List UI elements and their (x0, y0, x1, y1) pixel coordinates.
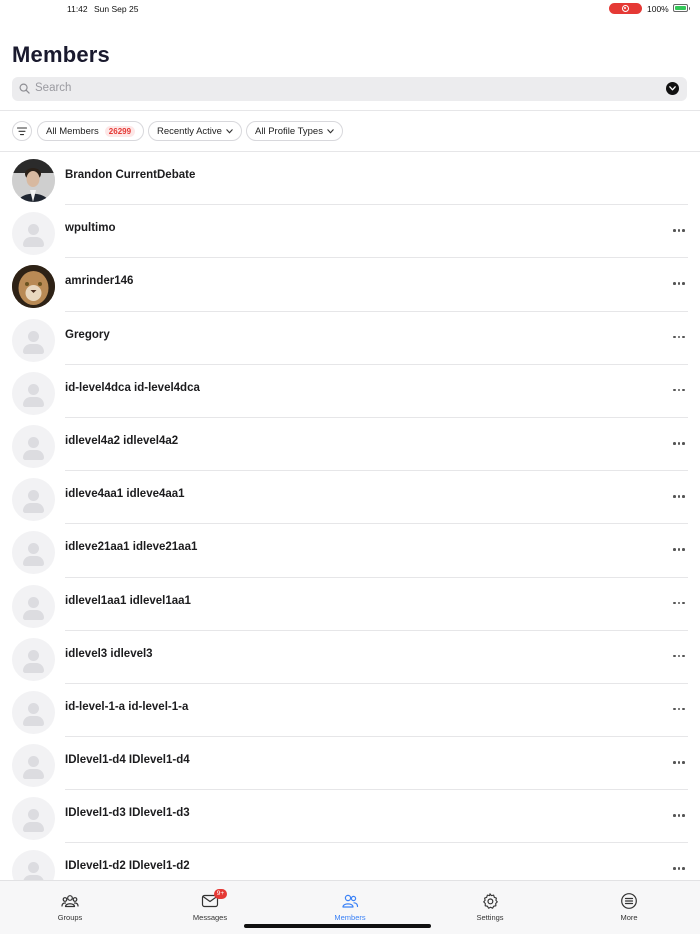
avatar[interactable] (12, 744, 55, 788)
member-row[interactable]: idleve21aa1 idleve21aa1 (0, 524, 700, 578)
more-options-icon[interactable] (672, 546, 686, 554)
member-row[interactable]: IDlevel1-d4 IDlevel1-d4 (0, 737, 700, 791)
member-name[interactable]: id-level4dca id-level4dca (65, 382, 200, 394)
member-list: Brandon CurrentDebate wpultimo amrinder146… (0, 152, 700, 897)
member-name[interactable]: IDlevel1-d4 IDlevel1-d4 (65, 754, 190, 766)
chevron-down-icon (226, 128, 233, 133)
more-options-icon[interactable] (672, 759, 686, 767)
status-date: Sun Sep 25 (94, 4, 139, 14)
screen-recording-icon[interactable] (609, 3, 642, 14)
member-row[interactable]: idlevel3 idlevel3 (0, 631, 700, 685)
filter-icon (17, 127, 27, 136)
more-options-icon[interactable] (672, 865, 686, 873)
member-row[interactable]: Brandon CurrentDebate (0, 152, 700, 206)
tab-label: Settings (476, 913, 504, 922)
all-members-label: All Members (46, 125, 99, 137)
member-name[interactable]: IDlevel1-d2 IDlevel1-d2 (65, 860, 190, 872)
profile-types-label: All Profile Types (255, 125, 323, 137)
settings-icon (483, 893, 498, 909)
avatar[interactable] (12, 584, 55, 628)
member-row[interactable]: idlevel4a2 idlevel4a2 (0, 418, 700, 472)
tab-messages[interactable]: 9+ Messages (170, 881, 250, 934)
more-options-icon[interactable] (672, 227, 686, 235)
status-bar: 11:42 Sun Sep 25 100% (0, 0, 700, 18)
more-icon (621, 893, 637, 909)
member-name[interactable]: id-level-1-a id-level-1-a (65, 701, 188, 713)
member-row[interactable]: IDlevel1-d3 IDlevel1-d3 (0, 790, 700, 844)
avatar[interactable] (12, 265, 55, 309)
more-options-icon[interactable] (672, 493, 686, 501)
avatar[interactable] (12, 478, 55, 522)
more-options-icon[interactable] (672, 812, 686, 820)
member-row[interactable]: id-level-1-a id-level-1-a (0, 684, 700, 738)
member-row[interactable]: wpultimo (0, 205, 700, 259)
member-row[interactable]: Gregory (0, 312, 700, 365)
avatar[interactable] (12, 531, 55, 575)
member-count-badge: 26299 (104, 125, 136, 137)
members-icon (342, 894, 359, 908)
member-row[interactable]: idlevel1aa1 idlevel1aa1 (0, 578, 700, 631)
member-name[interactable]: Gregory (65, 329, 110, 341)
more-options-icon[interactable] (672, 600, 686, 608)
avatar[interactable] (12, 690, 55, 734)
search-input[interactable]: Search (35, 82, 71, 94)
member-name[interactable]: idleve4aa1 idleve4aa1 (65, 488, 185, 500)
filter-button[interactable] (12, 121, 32, 141)
tab-label: Messages (192, 913, 228, 922)
avatar[interactable] (12, 318, 55, 362)
search-icon (19, 83, 30, 94)
member-row[interactable]: amrinder146 (0, 258, 700, 312)
search-bar[interactable]: Search (12, 77, 687, 101)
tab-label: Members (334, 913, 366, 922)
tab-label: Groups (57, 913, 83, 922)
avatar[interactable] (12, 797, 55, 841)
more-options-icon[interactable] (672, 334, 686, 342)
more-options-icon[interactable] (672, 653, 686, 661)
member-row[interactable]: id-level4dca id-level4dca (0, 365, 700, 419)
battery-percentage: 100% (647, 4, 669, 14)
page-title: Members (12, 42, 110, 67)
more-options-icon[interactable] (672, 387, 686, 395)
member-row[interactable]: idleve4aa1 idleve4aa1 (0, 471, 700, 525)
status-time: 11:42 (67, 4, 88, 14)
battery-icon (673, 4, 690, 12)
member-name[interactable]: idlevel4a2 idlevel4a2 (65, 435, 178, 447)
member-name[interactable]: wpultimo (65, 222, 115, 234)
chevron-down-icon[interactable] (666, 82, 679, 95)
member-name[interactable]: amrinder146 (65, 275, 133, 287)
member-name[interactable]: idlevel1aa1 idlevel1aa1 (65, 595, 191, 607)
member-name[interactable]: IDlevel1-d3 IDlevel1-d3 (65, 807, 190, 819)
all-members-filter[interactable]: All Members 26299 (37, 121, 145, 141)
avatar[interactable] (12, 424, 55, 468)
member-name[interactable]: idlevel3 idlevel3 (65, 648, 153, 660)
messages-badge: 9+ (214, 889, 227, 899)
member-name[interactable]: idleve21aa1 idleve21aa1 (65, 541, 197, 553)
sort-dropdown[interactable]: Recently Active (148, 121, 242, 141)
more-options-icon[interactable] (672, 440, 686, 448)
avatar[interactable] (12, 212, 55, 256)
tab-more[interactable]: More (589, 881, 669, 934)
avatar[interactable] (12, 371, 55, 415)
sort-label: Recently Active (157, 125, 222, 137)
more-options-icon[interactable] (672, 280, 686, 288)
chevron-down-icon (327, 128, 334, 133)
tab-label: More (620, 913, 638, 922)
header-divider (0, 110, 700, 111)
home-indicator (244, 924, 431, 928)
tab-groups[interactable]: Groups (30, 881, 110, 934)
member-name[interactable]: Brandon CurrentDebate (65, 169, 195, 181)
more-options-icon[interactable] (672, 706, 686, 714)
tab-settings[interactable]: Settings (450, 881, 530, 934)
groups-icon (61, 895, 79, 908)
avatar[interactable] (12, 637, 55, 681)
avatar[interactable] (12, 159, 55, 202)
profile-types-dropdown[interactable]: All Profile Types (246, 121, 343, 141)
